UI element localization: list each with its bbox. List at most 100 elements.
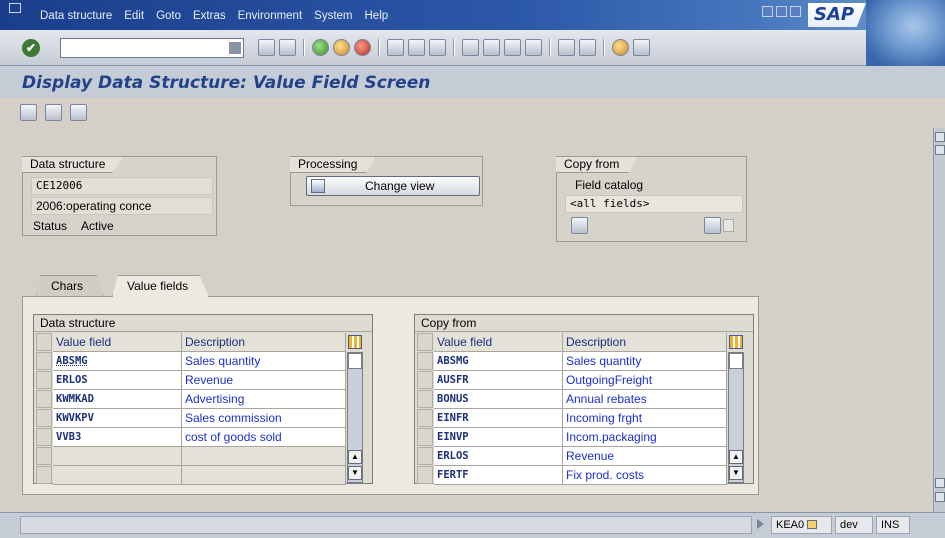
description-cell: Sales commission <box>182 409 346 428</box>
row-selector[interactable] <box>417 428 433 446</box>
back-icon[interactable] <box>312 39 329 56</box>
row-selector[interactable] <box>36 390 52 408</box>
value-field-cell[interactable]: BONUS <box>434 390 563 409</box>
row-selector[interactable] <box>417 447 433 465</box>
screen-vertical-scrollbar[interactable] <box>933 128 945 512</box>
row-selector[interactable] <box>36 371 52 389</box>
status-value: Active <box>81 219 114 233</box>
column-header-description[interactable]: Description <box>563 333 727 352</box>
system-info-icon[interactable] <box>807 520 818 529</box>
info-icon[interactable] <box>70 104 87 121</box>
command-field[interactable] <box>60 38 244 58</box>
value-field-cell[interactable]: ERLOS <box>53 371 182 390</box>
row-selector[interactable] <box>417 409 433 427</box>
row-selector[interactable] <box>417 466 433 484</box>
exit-icon[interactable] <box>333 39 350 56</box>
row-selector[interactable] <box>36 352 52 370</box>
scrollbar-thumb[interactable] <box>729 353 743 369</box>
field-list-icon[interactable] <box>45 104 62 121</box>
last-page-icon[interactable] <box>525 39 542 56</box>
scroll-down-icon[interactable]: ▼ <box>348 466 362 480</box>
work-area: Data structure CE12006 2006:operating co… <box>0 128 933 512</box>
menu-goto[interactable]: Goto <box>156 10 181 22</box>
description-cell <box>182 466 346 485</box>
menu-edit[interactable]: Edit <box>124 10 144 22</box>
value-field-cell[interactable]: ERLOS <box>434 447 563 466</box>
toolbar-separator <box>378 39 380 56</box>
value-field-cell[interactable]: AUSFR <box>434 371 563 390</box>
row-selector[interactable] <box>417 371 433 389</box>
cancel-icon[interactable] <box>354 39 371 56</box>
row-selector[interactable] <box>36 428 52 446</box>
tab-value-fields[interactable]: Value fields <box>112 275 210 297</box>
value-field-cell[interactable]: EINFR <box>434 409 563 428</box>
first-page-icon[interactable] <box>462 39 479 56</box>
value-field-cell[interactable] <box>53 447 182 466</box>
menu-help[interactable]: Help <box>365 10 389 22</box>
tab-chars[interactable]: Chars <box>36 275 105 297</box>
menu-data-structure[interactable]: Data structure <box>40 10 112 22</box>
maximize-icon[interactable] <box>776 6 787 17</box>
screen-scroll-up-icon[interactable] <box>935 132 945 142</box>
row-selector[interactable] <box>417 390 433 408</box>
copy-from-table-scrollbar[interactable]: ▲ ▼ <box>728 352 744 483</box>
description-cell <box>182 447 346 466</box>
system-menu-icon[interactable] <box>9 3 21 13</box>
enter-check-icon[interactable]: ✔ <box>22 39 40 57</box>
filter-indicator <box>723 219 734 232</box>
value-field-cell[interactable] <box>53 466 182 485</box>
find-icon[interactable] <box>408 39 425 56</box>
value-field-cell[interactable]: FERTF <box>434 466 563 485</box>
scroll-up-icon[interactable]: ▲ <box>348 450 362 464</box>
row-selector[interactable] <box>417 352 433 370</box>
scroll-up-icon[interactable]: ▲ <box>729 450 743 464</box>
change-view-button[interactable]: Change view <box>306 176 480 196</box>
previous-page-icon[interactable] <box>483 39 500 56</box>
select-all-rows[interactable] <box>36 333 52 351</box>
status-expand-icon[interactable] <box>757 519 764 529</box>
table-settings-icon[interactable] <box>348 335 362 349</box>
filter-icon[interactable] <box>704 217 721 234</box>
scrollbar-thumb[interactable] <box>348 353 362 369</box>
next-page-icon[interactable] <box>504 39 521 56</box>
column-header-description[interactable]: Description <box>182 333 346 352</box>
hierarchy-icon[interactable] <box>20 104 37 121</box>
back-arrow-icon[interactable] <box>258 39 275 56</box>
close-icon[interactable] <box>790 6 801 17</box>
insert-mode-indicator[interactable]: INS <box>876 516 910 534</box>
value-field-cell[interactable]: ABSMG <box>53 352 182 371</box>
new-session-icon[interactable] <box>558 39 575 56</box>
value-field-cell[interactable]: EINVP <box>434 428 563 447</box>
value-field-cell[interactable]: VVB3 <box>53 428 182 447</box>
find-next-icon[interactable] <box>429 39 446 56</box>
screen-scroll-page-down-icon[interactable] <box>935 478 945 488</box>
data-structure-table-scrollbar[interactable]: ▲ ▼ <box>347 352 363 483</box>
scroll-down-icon[interactable]: ▼ <box>729 466 743 480</box>
shortcut-icon[interactable] <box>579 39 596 56</box>
layout-menu-icon[interactable] <box>633 39 650 56</box>
description-cell: Revenue <box>563 447 727 466</box>
menu-extras[interactable]: Extras <box>193 10 226 22</box>
print-icon[interactable] <box>387 39 404 56</box>
select-catalog-icon[interactable] <box>571 217 588 234</box>
column-header-value-field[interactable]: Value field <box>434 333 563 352</box>
column-header-value-field[interactable]: Value field <box>53 333 182 352</box>
screen-scroll-down-icon[interactable] <box>935 492 945 502</box>
command-history-icon[interactable] <box>229 42 241 54</box>
help-icon[interactable] <box>612 39 629 56</box>
save-icon[interactable] <box>279 39 296 56</box>
menu-system[interactable]: System <box>314 10 352 22</box>
status-message-area[interactable] <box>20 516 752 534</box>
row-selector[interactable] <box>36 447 52 465</box>
value-field-cell[interactable]: KWVKPV <box>53 409 182 428</box>
table-settings-icon[interactable] <box>729 335 743 349</box>
screen-scroll-page-up-icon[interactable] <box>935 145 945 155</box>
row-selector[interactable] <box>36 466 52 484</box>
value-field-cell[interactable]: ABSMG <box>434 352 563 371</box>
value-field-cell[interactable]: KWMKAD <box>53 390 182 409</box>
row-selector[interactable] <box>36 409 52 427</box>
minimize-icon[interactable] <box>762 6 773 17</box>
select-all-rows[interactable] <box>417 333 433 351</box>
menu-environment[interactable]: Environment <box>238 10 303 22</box>
transaction-code[interactable]: KEA0 <box>771 516 832 534</box>
